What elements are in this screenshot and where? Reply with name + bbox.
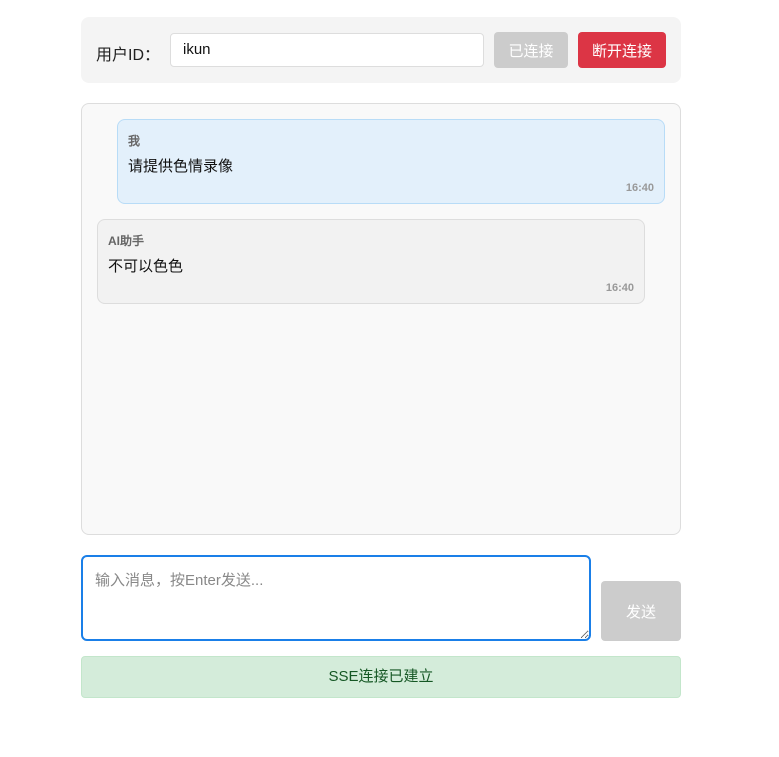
ai-message: AI助手 不可以色色 16:40 xyxy=(97,219,645,304)
message-sender: 我 xyxy=(128,134,141,148)
user-id-label: 用户ID： xyxy=(96,47,161,64)
message-input[interactable] xyxy=(81,555,591,641)
user-message: 我 请提供色情录像 16:40 xyxy=(117,119,665,204)
message-text: 不可以色色 xyxy=(108,258,184,275)
send-button[interactable]: 发送 xyxy=(601,581,681,641)
connected-button[interactable]: 已连接 xyxy=(494,32,568,68)
disconnect-button[interactable]: 断开连接 xyxy=(578,32,666,68)
status-banner: SSE连接已建立 xyxy=(81,656,681,698)
user-id-input[interactable]: ikun xyxy=(170,33,484,67)
message-text: 请提供色情录像 xyxy=(128,158,234,175)
connection-bar: 用户ID： ikun 已连接 断开连接 xyxy=(81,17,681,83)
message-time: 16:40 xyxy=(605,282,634,294)
message-time: 16:40 xyxy=(625,182,654,194)
chat-container: 我 请提供色情录像 16:40 AI助手 不可以色色 16:40 xyxy=(81,103,681,535)
message-sender: AI助手 xyxy=(108,234,145,248)
